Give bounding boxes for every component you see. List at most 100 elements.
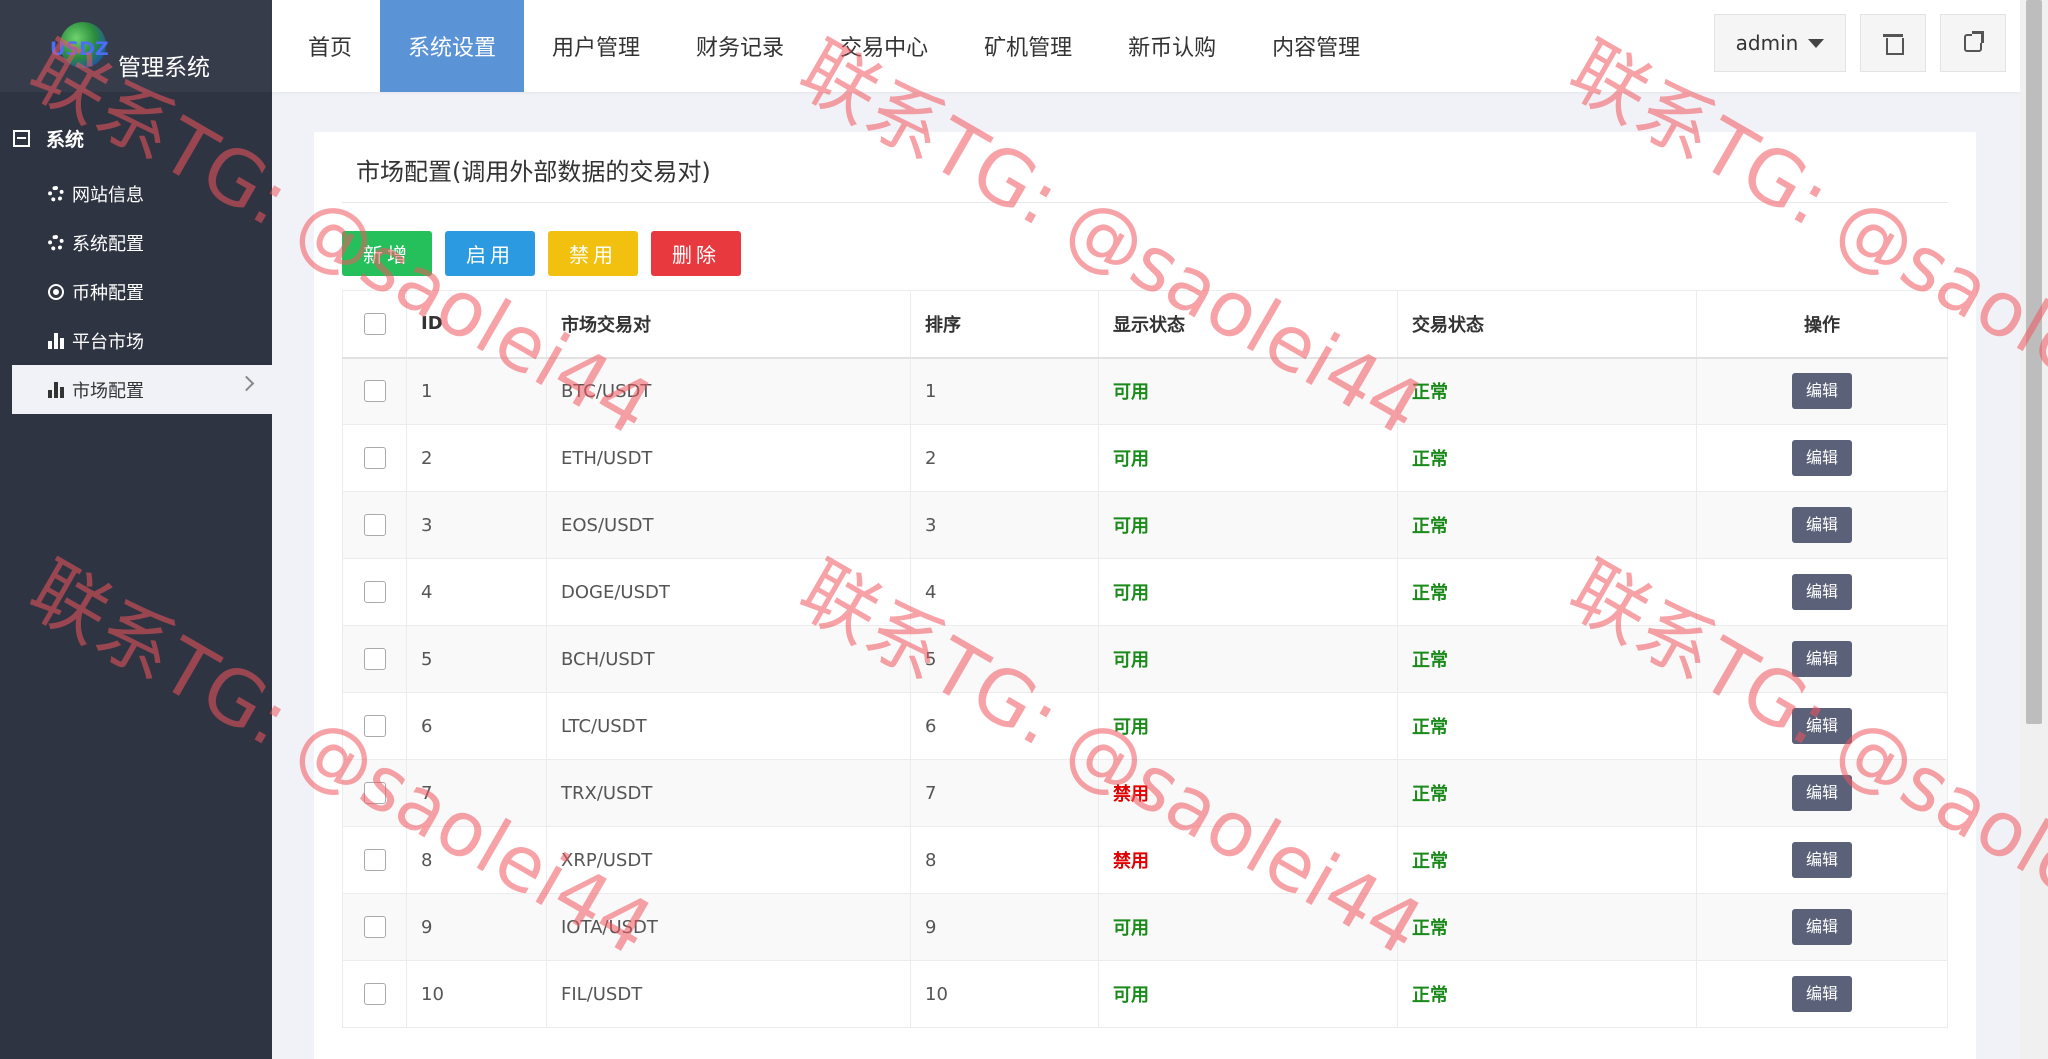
cell-id: 4: [406, 558, 547, 626]
trade-status-badge: 正常: [1412, 717, 1448, 738]
row-select-cell: [342, 759, 407, 827]
cell-pair: DOGE/USDT: [546, 558, 911, 626]
enable-button[interactable]: 启用: [445, 231, 535, 276]
sidebar-item-label: 币种配置: [72, 282, 144, 304]
col-operation: 操作: [1696, 290, 1948, 359]
user-menu-button[interactable]: admin: [1714, 14, 1846, 72]
cell-display-status: 可用: [1098, 491, 1398, 559]
table-header-row: ID 市场交易对 排序 显示状态 交易状态 操作: [342, 290, 1948, 359]
cell-sort: 2: [910, 424, 1099, 492]
edit-button[interactable]: 编辑: [1792, 574, 1852, 610]
row-checkbox[interactable]: [363, 715, 386, 737]
logout-button[interactable]: [1940, 14, 2006, 72]
row-select-cell: [342, 826, 407, 894]
clear-cache-button[interactable]: [1860, 14, 1926, 72]
sidebar-item-label: 系统配置: [72, 233, 144, 255]
row-checkbox[interactable]: [363, 849, 386, 871]
nav-user-management[interactable]: 用户管理: [524, 0, 668, 92]
sidebar-item-site-info[interactable]: 网站信息: [12, 169, 272, 218]
nav-finance-records[interactable]: 财务记录: [668, 0, 812, 92]
row-checkbox[interactable]: [363, 983, 386, 1005]
row-checkbox[interactable]: [363, 782, 386, 804]
select-all-checkbox[interactable]: [363, 312, 386, 335]
cell-operation: 编辑: [1696, 692, 1948, 760]
sidebar-item-platform-market[interactable]: 平台市场: [12, 316, 272, 365]
edit-button[interactable]: 编辑: [1792, 909, 1852, 945]
cell-trade-status: 正常: [1397, 424, 1697, 492]
gear-icon: [48, 185, 64, 202]
collapse-icon[interactable]: [13, 129, 30, 147]
table-row: 4 DOGE/USDT 4 可用 正常 编辑: [342, 558, 1948, 626]
app-title: 管理系统: [118, 55, 210, 81]
row-checkbox[interactable]: [363, 581, 386, 603]
logo-text: USDZ: [50, 38, 109, 60]
cell-trade-status: 正常: [1397, 826, 1697, 894]
cell-pair: BCH/USDT: [546, 625, 911, 693]
row-checkbox[interactable]: [363, 514, 386, 536]
gear-icon: [48, 234, 64, 251]
sidebar-item-label: 平台市场: [72, 331, 144, 353]
row-select-cell: [342, 357, 407, 425]
nav-new-coin-subscription[interactable]: 新币认购: [1100, 0, 1244, 92]
cell-sort: 5: [910, 625, 1099, 693]
edit-button[interactable]: 编辑: [1792, 775, 1852, 811]
table-row: 8 XRP/USDT 8 禁用 正常 编辑: [342, 826, 1948, 894]
display-status-badge: 可用: [1113, 382, 1149, 404]
cell-operation: 编辑: [1696, 960, 1948, 1028]
disable-button[interactable]: 禁用: [548, 231, 638, 276]
cell-display-status: 可用: [1098, 357, 1398, 425]
row-checkbox[interactable]: [363, 916, 386, 938]
bar-chart-icon: [48, 381, 64, 398]
edit-button[interactable]: 编辑: [1792, 507, 1852, 543]
delete-button[interactable]: 删除: [651, 231, 741, 276]
cell-display-status: 可用: [1098, 625, 1398, 693]
cell-id: 8: [406, 826, 547, 894]
cell-sort: 8: [910, 826, 1099, 894]
sidebar-item-coin-config[interactable]: 币种配置: [12, 267, 272, 316]
sidebar-item-label: 网站信息: [72, 184, 144, 206]
nav-system-settings[interactable]: 系统设置: [380, 0, 525, 92]
logout-icon: [1964, 31, 1984, 52]
table-row: 2 ETH/USDT 2 可用 正常 编辑: [342, 424, 1948, 492]
top-right-tools: admin: [1714, 14, 2006, 72]
cell-operation: 编辑: [1696, 357, 1948, 425]
cell-sort: 3: [910, 491, 1099, 559]
username: admin: [1735, 31, 1799, 55]
edit-button[interactable]: 编辑: [1792, 708, 1852, 744]
nav-trading-center[interactable]: 交易中心: [812, 0, 956, 92]
sidebar-item-market-config[interactable]: 市场配置: [12, 365, 272, 414]
sidebar-item-system-config[interactable]: 系统配置: [12, 218, 272, 267]
col-id: ID: [406, 290, 547, 359]
trade-status-badge: 正常: [1412, 449, 1448, 470]
sidebar: USDZ 管理系统 系统 网站信息 系统配置 币种配置 平台市场 市场配置: [0, 0, 272, 1059]
scrollbar-thumb[interactable]: [2026, 0, 2042, 724]
display-status-badge: 可用: [1113, 583, 1149, 604]
add-button[interactable]: 新增: [342, 231, 432, 276]
edit-button[interactable]: 编辑: [1792, 976, 1852, 1012]
caret-down-icon: [1808, 38, 1825, 48]
table-row: 3 EOS/USDT 3 可用 正常 编辑: [342, 491, 1948, 559]
bar-chart-icon: [48, 332, 64, 349]
row-checkbox[interactable]: [363, 648, 386, 670]
table-row: 9 IOTA/USDT 9 可用 正常 编辑: [342, 893, 1948, 961]
page-scrollbar[interactable]: [2020, 0, 2048, 1059]
sidebar-section-system[interactable]: 系统: [0, 118, 272, 158]
top-navbar: 首页 系统设置 用户管理 财务记录 交易中心 矿机管理 新币认购 内容管理 ad…: [272, 0, 2020, 92]
target-icon: [48, 283, 64, 300]
col-display-status: 显示状态: [1098, 290, 1398, 359]
nav-miner-management[interactable]: 矿机管理: [956, 0, 1100, 92]
edit-button[interactable]: 编辑: [1792, 373, 1852, 410]
sidebar-item-label: 市场配置: [72, 380, 144, 402]
edit-button[interactable]: 编辑: [1792, 842, 1852, 878]
cell-id: 6: [406, 692, 547, 760]
edit-button[interactable]: 编辑: [1792, 641, 1852, 677]
edit-button[interactable]: 编辑: [1792, 440, 1852, 476]
row-checkbox[interactable]: [363, 380, 386, 403]
nav-content-management[interactable]: 内容管理: [1244, 0, 1388, 92]
cell-pair: FIL/USDT: [546, 960, 911, 1028]
row-checkbox[interactable]: [363, 447, 386, 469]
cell-operation: 编辑: [1696, 826, 1948, 894]
cell-id: 5: [406, 625, 547, 693]
trade-status-badge: 正常: [1412, 918, 1448, 939]
nav-home[interactable]: 首页: [280, 0, 380, 92]
